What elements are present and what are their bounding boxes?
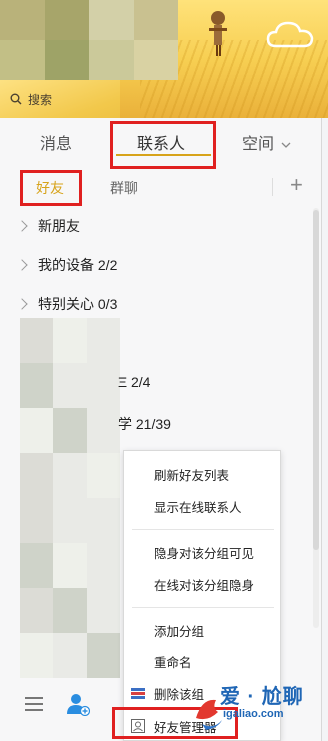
watermark-url: igaliao.com (223, 708, 284, 720)
add-button[interactable]: + (290, 172, 303, 198)
add-friend-icon[interactable] (66, 692, 90, 716)
tab-messages[interactable]: 消息 (40, 130, 72, 154)
contact-subtabs: 好友 群聊 + (0, 170, 322, 206)
menu-item-online-hidden[interactable]: 在线对该分组隐身 (124, 571, 282, 597)
main-tabs: 消息 联系人 空间 (0, 118, 322, 169)
group-my-devices[interactable]: 我的设备 2/2 (0, 247, 322, 283)
menu-item-refresh[interactable]: 刷新好友列表 (124, 461, 282, 487)
group-new-friends[interactable]: 新朋友 (0, 208, 322, 244)
menu-item-add-group[interactable]: 添加分组 (124, 617, 282, 643)
chevron-right-icon (16, 220, 28, 232)
delete-group-icon (131, 688, 145, 699)
partial-group-count[interactable]: 学 21/39 (118, 414, 171, 434)
group-label: 特别关心 0/3 (38, 296, 118, 312)
group-label: 新朋友 (38, 218, 80, 234)
watermark-title: 爱 · 尬聊 (220, 686, 304, 708)
highlight-box-contacts (110, 121, 216, 169)
blurred-avatar (0, 0, 178, 80)
menu-separator (132, 529, 274, 530)
menu-item-invisible-visible[interactable]: 隐身对该分组可见 (124, 539, 282, 565)
scarecrow-figure (209, 11, 227, 56)
tab-space-label: 空间 (242, 136, 275, 153)
bottom-toolbar (0, 676, 123, 741)
cloud-icon[interactable] (266, 20, 314, 50)
main-menu-icon[interactable] (24, 694, 44, 714)
group-label: 我的设备 2/2 (38, 257, 118, 273)
search-box[interactable]: 搜索 (10, 88, 170, 110)
profile-banner: 搜索 (0, 0, 328, 118)
subtab-groups[interactable]: 群聊 (110, 178, 138, 198)
group-special-care[interactable]: 特别关心 0/3 (0, 286, 322, 322)
highlight-box-friends (20, 170, 82, 206)
blurred-group-names (20, 318, 120, 678)
partial-group-count[interactable]: Ξ 2/4 (118, 374, 150, 390)
chevron-right-icon (16, 298, 28, 310)
menu-item-show-online[interactable]: 显示在线联系人 (124, 493, 282, 519)
menu-item-rename[interactable]: 重命名 (124, 648, 282, 674)
search-placeholder: 搜索 (28, 92, 53, 107)
chevron-right-icon (16, 259, 28, 271)
chevron-down-icon (282, 142, 291, 148)
search-icon (10, 93, 22, 105)
menu-separator (132, 607, 274, 608)
subtab-divider (272, 178, 273, 196)
tab-space[interactable]: 空间 (242, 130, 291, 154)
